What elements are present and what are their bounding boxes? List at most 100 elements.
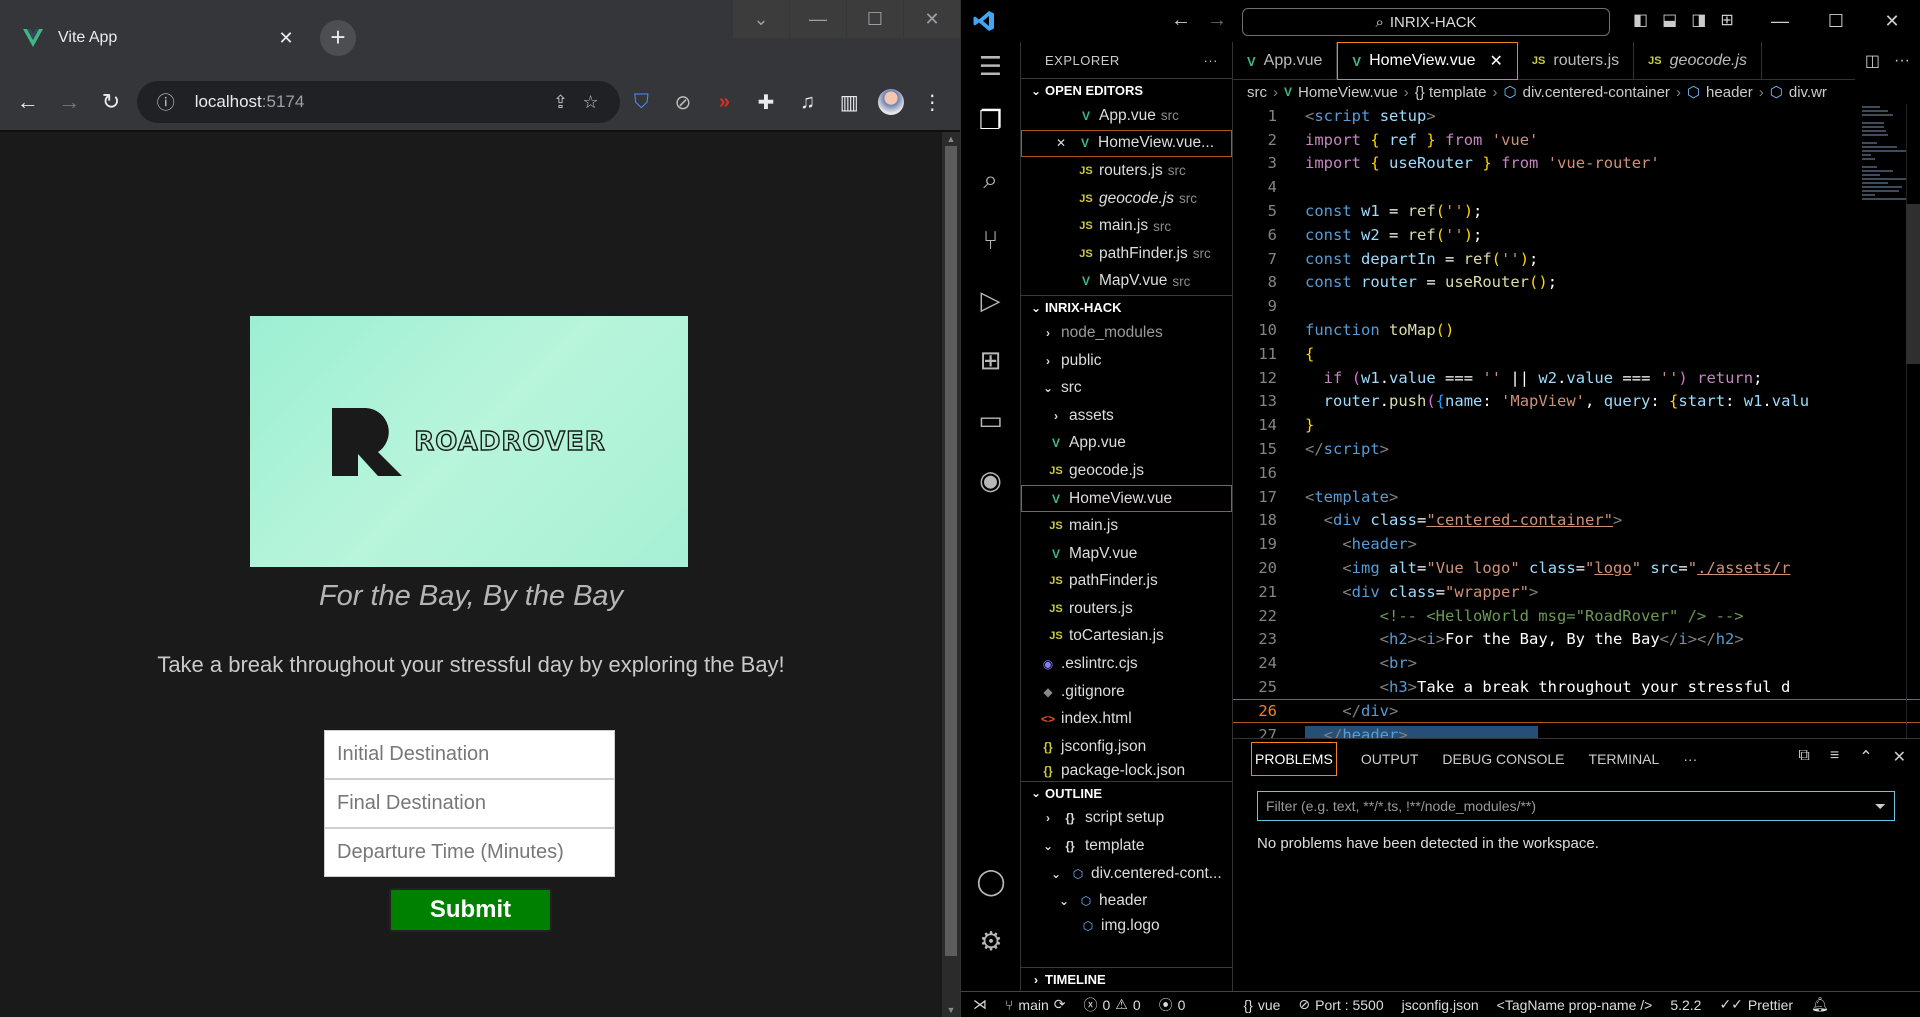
minimap[interactable] — [1862, 106, 1906, 286]
tree-item[interactable]: JS geocode.js — [1021, 457, 1232, 485]
nav-back-icon[interactable]: ← — [1171, 9, 1191, 32]
browser-tab[interactable]: Vite App ✕ — [10, 18, 308, 58]
minimize-icon[interactable]: — — [790, 0, 846, 38]
branch-indicator[interactable]: ⑂ main ⟳ — [1005, 996, 1066, 1013]
timeline-header[interactable]: › TIMELINE — [1021, 967, 1232, 991]
live-server-port[interactable]: ⊘ Port : 5500 — [1298, 996, 1383, 1013]
view-as-list-icon[interactable]: ≡ — [1830, 747, 1839, 767]
split-editor-icon[interactable]: ◫ — [1865, 51, 1880, 71]
account-icon[interactable]: ◯ — [961, 851, 1021, 911]
command-center[interactable]: ⌕ INRIX-HACK — [1242, 8, 1610, 36]
problems-filter-input[interactable]: Filter (e.g. text, **/*.ts, !**/node_mod… — [1257, 791, 1895, 821]
editor-scrollbar[interactable] — [1906, 104, 1920, 738]
ports-indicator[interactable]: ⦿ 0 — [1159, 995, 1186, 1015]
language-mode[interactable]: {} vue — [1243, 997, 1280, 1013]
run-debug-icon[interactable]: ▷ — [961, 270, 1020, 330]
share-icon[interactable]: ⇪ — [546, 92, 576, 113]
explorer-files-icon[interactable]: ❐ — [961, 90, 1020, 150]
tagname-indicator[interactable]: <TagName prop-name /> — [1497, 997, 1653, 1013]
tree-item[interactable]: › node_modules — [1021, 319, 1232, 347]
address-bar[interactable]: ⓘ localhost:5174 ⇪ ☆ — [136, 81, 620, 123]
source-control-icon[interactable]: ⑂ — [961, 210, 1020, 270]
tree-item[interactable]: V MapV.vue — [1021, 540, 1232, 568]
minimize-icon[interactable]: — — [1752, 0, 1808, 42]
menu-kebab-icon[interactable]: ⋮ — [913, 82, 953, 122]
avatar[interactable] — [871, 82, 911, 122]
prettier-indicator[interactable]: ✓✓ Prettier — [1719, 996, 1793, 1013]
page-scrollbar[interactable]: ▲ ▼ — [942, 132, 960, 1017]
tab-routers-js[interactable]: JS routers.js — [1518, 42, 1635, 80]
open-editor-item[interactable]: ✕ V HomeView.vue... — [1021, 129, 1232, 158]
tree-item[interactable]: <> index.html — [1021, 705, 1232, 733]
puzzle-extensions-icon[interactable]: ✚ — [746, 82, 786, 122]
bookmark-star-icon[interactable]: ☆ — [576, 92, 606, 113]
tree-item[interactable]: {} package-lock.json — [1021, 761, 1232, 781]
reload-icon[interactable]: ↻ — [91, 82, 131, 122]
chevron-up-icon[interactable]: ⌃ — [1859, 747, 1872, 767]
tree-item[interactable]: {} jsconfig.json — [1021, 733, 1232, 761]
media-control-icon[interactable]: ♫ — [788, 82, 828, 122]
jsconfig-indicator[interactable]: jsconfig.json — [1402, 997, 1479, 1013]
toggle-secondary-sidebar-icon[interactable]: ◨ — [1691, 10, 1706, 30]
departure-time-input[interactable] — [324, 828, 615, 877]
open-editor-item[interactable]: JS main.js src — [1021, 212, 1232, 240]
toggle-sidebar-icon[interactable]: ◧ — [1633, 10, 1648, 30]
close-icon[interactable]: ✕ — [1490, 51, 1503, 71]
project-header[interactable]: ⌄ INRIX-HACK — [1021, 295, 1232, 319]
tab-app-vue[interactable]: V App.vue — [1233, 42, 1338, 80]
final-destination-input[interactable] — [324, 779, 615, 828]
nav-forward-icon[interactable]: → — [1207, 9, 1227, 32]
customize-layout-icon[interactable]: ⊞ — [1720, 10, 1733, 30]
compass-extension-icon[interactable]: ⊘ — [663, 82, 703, 122]
open-editor-item[interactable]: JS routers.js src — [1021, 157, 1232, 185]
close-window-icon[interactable]: ✕ — [1864, 0, 1920, 42]
tree-item[interactable]: JS toCartesian.js — [1021, 623, 1232, 651]
tab-problems[interactable]: PROBLEMS — [1251, 742, 1337, 776]
tab-homeview-vue[interactable]: V HomeView.vue ✕ — [1337, 42, 1518, 80]
open-editors-header[interactable]: ⌄ OPEN EDITORS — [1021, 78, 1232, 102]
double-chevron-extension-icon[interactable]: » — [705, 82, 745, 122]
tab-search-icon[interactable]: ⌄ — [733, 0, 789, 38]
new-tab-button[interactable]: + — [320, 20, 356, 56]
tab-terminal[interactable]: TERMINAL — [1589, 751, 1660, 767]
filter-funnel-icon[interactable]: ⏷ — [1875, 798, 1886, 815]
back-icon[interactable]: ← — [8, 82, 48, 122]
tab-geocode-js[interactable]: JS geocode.js — [1634, 42, 1763, 80]
outline-item[interactable]: ›{} script setup — [1021, 805, 1232, 833]
tree-item[interactable]: ⌄ src — [1021, 374, 1232, 402]
github-icon[interactable]: ◉ — [961, 450, 1020, 510]
maximize-icon[interactable]: ☐ — [1808, 0, 1864, 42]
tree-item[interactable]: › public — [1021, 347, 1232, 375]
remote-icon[interactable]: ⋊ — [973, 996, 987, 1013]
extensions-icon[interactable]: ⊞ — [961, 330, 1020, 390]
outline-header[interactable]: ⌄ OUTLINE — [1021, 780, 1232, 805]
initial-destination-input[interactable] — [324, 730, 615, 779]
tab-output[interactable]: OUTPUT — [1361, 751, 1419, 767]
tree-item[interactable]: ◉ .eslintrc.cjs — [1021, 650, 1232, 678]
outline-item[interactable]: ⬡ img.logo — [1021, 915, 1232, 937]
outline-item[interactable]: ⌄ ⬡ header — [1021, 887, 1232, 915]
more-actions-icon[interactable]: ··· — [1894, 52, 1910, 70]
open-editor-item[interactable]: V MapV.vue src — [1021, 268, 1232, 296]
forward-icon[interactable]: → — [50, 82, 90, 122]
more-actions-icon[interactable]: ··· — [1683, 751, 1697, 767]
remote-explorer-icon[interactable]: ▭ — [961, 390, 1020, 450]
outline-item[interactable]: ⌄{} template — [1021, 832, 1232, 860]
close-icon[interactable]: ✕ — [1893, 747, 1906, 767]
side-panel-icon[interactable]: ▥ — [829, 82, 869, 122]
menu-icon[interactable]: ☰ — [961, 42, 1020, 90]
submit-button[interactable]: Submit — [389, 888, 552, 932]
open-editor-item[interactable]: JS pathFinder.js src — [1021, 240, 1232, 268]
close-icon[interactable]: ✕ — [1052, 136, 1070, 150]
maximize-icon[interactable]: ☐ — [847, 0, 903, 38]
search-icon[interactable]: ⌕ — [961, 150, 1020, 210]
close-window-icon[interactable]: ✕ — [904, 0, 960, 38]
close-tab-icon[interactable]: ✕ — [276, 28, 296, 49]
outline-item[interactable]: ⌄ ⬡ div.centered-cont... — [1021, 860, 1232, 888]
site-info-icon[interactable]: ⓘ — [151, 89, 181, 115]
open-editor-item[interactable]: JS geocode.js src — [1021, 185, 1232, 213]
open-editor-item[interactable]: V App.vue src — [1021, 102, 1232, 130]
tab-debug-console[interactable]: DEBUG CONSOLE — [1442, 751, 1564, 767]
tree-item[interactable]: JS main.js — [1021, 512, 1232, 540]
tree-item[interactable]: V App.vue — [1021, 430, 1232, 458]
